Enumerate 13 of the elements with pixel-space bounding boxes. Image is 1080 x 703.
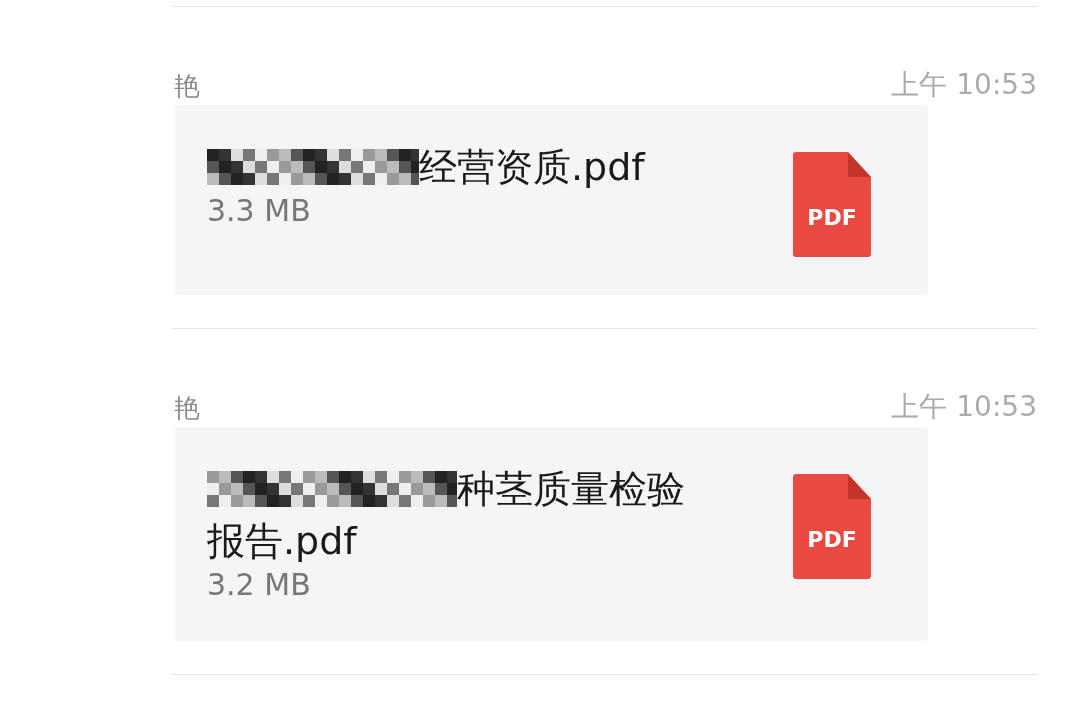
- file-name: 报告.pdf: [207, 518, 359, 565]
- sender-name: 艳: [174, 395, 200, 421]
- file-size: 3.3 MB: [207, 193, 312, 229]
- file-card[interactable]: 种茎质量检验 报告.pdf 3.2 MB PDF: [175, 427, 928, 641]
- message-time: 上午 10:53: [891, 393, 1037, 421]
- file-name: 经营资质.pdf: [419, 144, 645, 191]
- file-name: 种茎质量检验: [457, 466, 685, 513]
- pdf-file-icon: PDF: [793, 474, 871, 579]
- message-time: 上午 10:53: [891, 71, 1037, 99]
- file-size: 3.2 MB: [207, 567, 312, 603]
- pdf-file-icon: PDF: [793, 152, 871, 257]
- file-card[interactable]: 经营资质.pdf 3.3 MB PDF: [175, 105, 928, 295]
- sender-name: 艳: [174, 73, 200, 99]
